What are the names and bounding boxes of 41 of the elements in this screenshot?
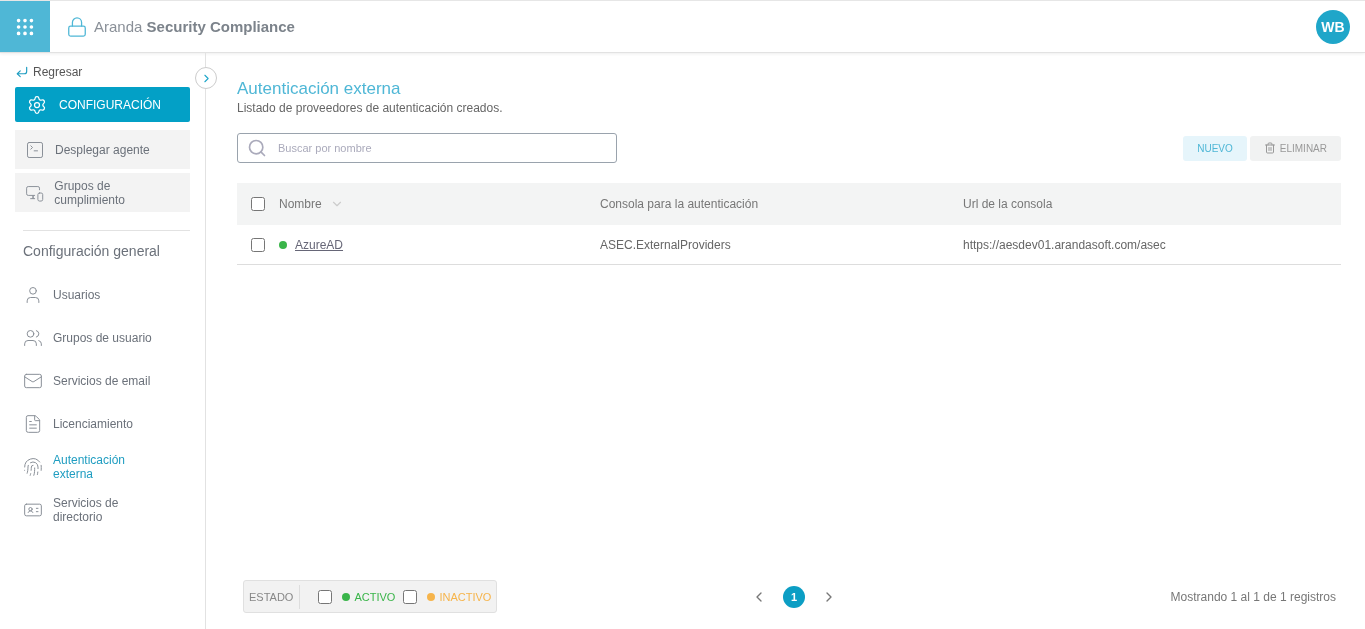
users-icon xyxy=(23,327,43,348)
select-all-checkbox[interactable] xyxy=(251,197,265,211)
page-title: Autenticación externa xyxy=(237,79,402,99)
filter-label: ESTADO xyxy=(249,584,301,609)
table-cell-text: https://aesdev01.arandasoft.com/asec xyxy=(963,237,1167,252)
sidebar-item[interactable]: Servicios de email xyxy=(15,361,190,400)
sidebar-item[interactable]: Servicios de directorio xyxy=(15,490,190,529)
column-header: Url de la consola xyxy=(963,197,1054,211)
provider-link[interactable]: AzureAD xyxy=(295,237,344,252)
padlock-icon xyxy=(66,15,88,38)
filter-checkbox[interactable] xyxy=(403,589,418,604)
app-menu-button[interactable] xyxy=(0,1,50,52)
row-checkbox[interactable] xyxy=(251,237,265,252)
section-button[interactable]: CONFIGURACIÓN xyxy=(15,87,190,122)
filter-checkbox[interactable] xyxy=(318,589,333,604)
records-summary: Mostrando 1 al 1 de 1 registros xyxy=(1170,589,1336,604)
column-header: Consola para la autenticación xyxy=(600,197,760,211)
sidebar-item[interactable]: Grupos de usuario xyxy=(15,318,190,357)
trash-icon xyxy=(1263,142,1276,154)
page-button[interactable]: 1 xyxy=(782,585,805,608)
table-cell-text: ASEC.ExternalProviders xyxy=(600,237,732,252)
sidebar-tool[interactable]: Desplegar agente xyxy=(15,130,190,169)
back-label: Regresar xyxy=(33,65,83,79)
group-title: Configuración general xyxy=(23,230,190,259)
column-header[interactable]: Nombre xyxy=(279,197,322,211)
sidebar-item[interactable]: Usuarios xyxy=(15,275,190,314)
gear-icon xyxy=(27,94,47,115)
user-avatar[interactable]: WB xyxy=(1316,9,1350,44)
back-link[interactable]: Regresar xyxy=(15,65,190,79)
page-subtitle: Listado de proveedores de autenticación creados. xyxy=(237,101,504,115)
sidebar-tool[interactable]: Grupos de cumplimiento xyxy=(15,173,190,212)
search-icon xyxy=(247,138,267,158)
filter-option[interactable]: ACTIVO xyxy=(354,590,396,603)
sidebar-item[interactable]: Autenticación externa xyxy=(15,447,190,486)
sidebar-item[interactable]: Licenciamiento xyxy=(15,404,190,443)
brand-name: Aranda Security Compliance xyxy=(94,18,295,35)
search-field[interactable]: Buscar por nombre xyxy=(237,133,617,163)
document-icon xyxy=(23,413,43,434)
terminal-window-icon xyxy=(25,139,45,160)
return-arrow-icon xyxy=(15,65,29,79)
fingerprint-icon xyxy=(23,456,43,477)
